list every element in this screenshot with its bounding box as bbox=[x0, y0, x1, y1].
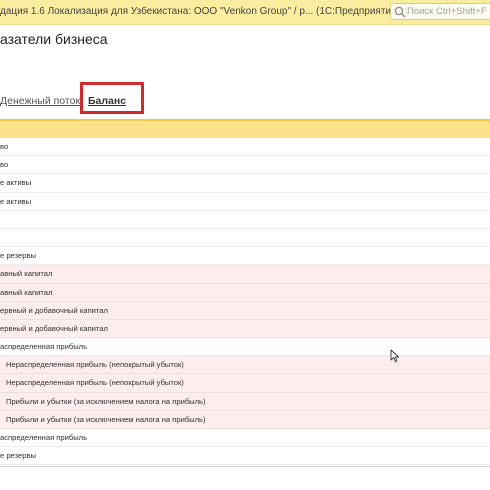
table-row[interactable]: авный капитал bbox=[0, 283, 490, 302]
table-row[interactable]: ервный и добавочный капитал bbox=[0, 319, 490, 339]
table-row[interactable]: ервный и добавочный капитал bbox=[0, 301, 490, 320]
table-row[interactable]: Нераспределенная прибыль (непокрытый убы… bbox=[0, 356, 490, 375]
search-icon[interactable] bbox=[394, 6, 406, 18]
row-label: Нераспределенная прибыль (непокрытый убы… bbox=[6, 378, 184, 388]
search-box[interactable] bbox=[390, 3, 490, 20]
row-label: во bbox=[0, 142, 9, 151]
row-label: авный капитал bbox=[0, 269, 53, 279]
table-row[interactable]: Прибыли и убытки (за исключением налога … bbox=[0, 410, 490, 429]
table-bottom-divider bbox=[0, 466, 490, 467]
table-row[interactable]: е резервы bbox=[0, 447, 490, 466]
window-title-bar: дация 1.6 Локализация для Узбекистана: О… bbox=[0, 0, 490, 25]
row-label: авный капитал bbox=[0, 287, 53, 297]
balance-table: во во е активы е активы е резервы авный капит… bbox=[0, 138, 490, 466]
table-row[interactable]: е резервы bbox=[0, 247, 490, 266]
search-input[interactable] bbox=[407, 5, 489, 18]
mouse-pointer-icon bbox=[390, 349, 400, 363]
row-label: е резервы bbox=[0, 451, 36, 461]
table-row[interactable]: е активы bbox=[0, 193, 490, 211]
row-label: аспределенная прибыль bbox=[0, 433, 88, 442]
row-label: е активы bbox=[0, 178, 32, 188]
table-row[interactable]: Прибыли и убытки (за исключением налога … bbox=[0, 392, 490, 411]
row-label: ервный и добавочный капитал bbox=[0, 323, 108, 333]
page-title: азатели бизнеса bbox=[0, 31, 108, 47]
row-label: ервный и добавочный капитал bbox=[0, 305, 108, 315]
row-label: Нераспределенная прибыль (непокрытый убы… bbox=[6, 360, 184, 370]
table-row[interactable]: авный капитал bbox=[0, 265, 490, 284]
row-label: е активы bbox=[0, 196, 32, 206]
table-row[interactable]: во bbox=[0, 156, 490, 175]
table-row[interactable]: во bbox=[0, 138, 490, 157]
row-label: во bbox=[0, 160, 9, 170]
tab-balance-highlight-box bbox=[80, 82, 144, 114]
table-row[interactable] bbox=[0, 211, 490, 229]
row-label: Прибыли и убытки (за исключением налога … bbox=[6, 396, 206, 406]
table-row[interactable] bbox=[0, 229, 490, 248]
table-header bbox=[0, 119, 490, 138]
row-label: Прибыли и убытки (за исключением налога … bbox=[6, 414, 206, 424]
table-row[interactable]: аспределенная прибыль bbox=[0, 429, 490, 448]
table-row[interactable]: аспределенная прибыль bbox=[0, 338, 490, 357]
tab-cash-flow[interactable]: Денежный поток bbox=[0, 95, 80, 107]
row-label: е резервы bbox=[0, 251, 36, 261]
row-label: аспределенная прибыль bbox=[0, 342, 88, 352]
table-row[interactable]: е активы bbox=[0, 174, 490, 193]
window-title: дация 1.6 Локализация для Узбекистана: О… bbox=[0, 6, 400, 17]
table-row[interactable]: Нераспределенная прибыль (непокрытый убы… bbox=[0, 374, 490, 393]
